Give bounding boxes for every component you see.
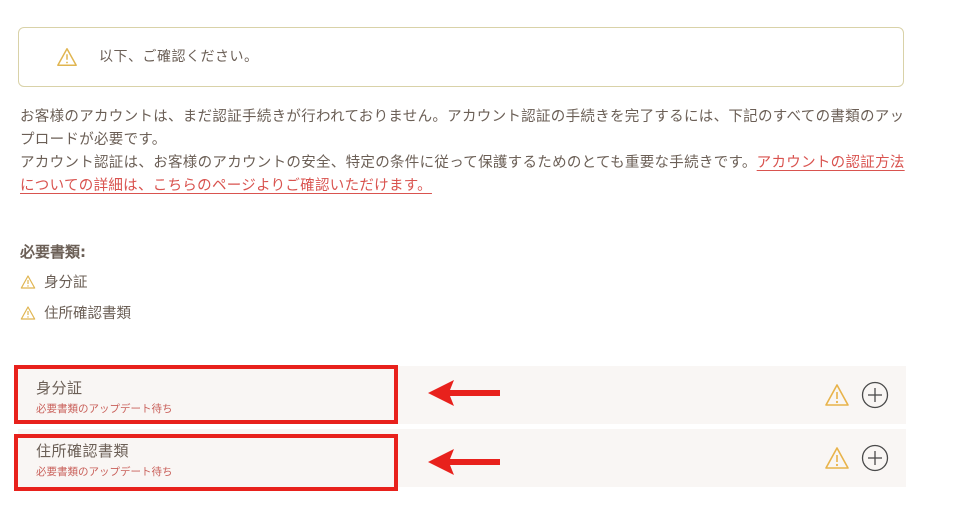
intro-text: お客様のアカウントは、まだ認証手続きが行われておりません。アカウント認証の手続き… [20, 106, 910, 198]
arrow-left-icon [428, 449, 500, 475]
document-name: 住所確認書類 [36, 442, 130, 460]
document-status: 必要書類のアップデート待ち [36, 466, 173, 478]
required-item-id: 身分証 [20, 271, 88, 292]
intro-paragraph-1: お客様のアカウントは、まだ認証手続きが行われておりません。アカウント認証の手続き… [20, 109, 905, 148]
required-item-label: 住所確認書類 [44, 306, 131, 322]
intro-paragraph-2-text: アカウント認証は、お客様のアカウントの安全、特定の条件に従って保護するためのとて… [20, 155, 757, 171]
plus-circle-icon[interactable] [861, 381, 889, 409]
required-item-address: 住所確認書類 [20, 302, 131, 323]
intro-paragraph-2: アカウント認証は、お客様のアカウントの安全、特定の条件に従って保護するためのとて… [20, 152, 910, 198]
plus-circle-icon[interactable] [861, 444, 889, 472]
document-name: 身分証 [36, 379, 83, 397]
warning-icon [57, 48, 77, 66]
required-item-label: 身分証 [44, 275, 88, 291]
warning-icon [825, 447, 849, 469]
warning-icon [825, 384, 849, 406]
notice-text: 以下、ご確認ください。 [99, 49, 259, 65]
warning-icon [20, 274, 36, 289]
document-status: 必要書類のアップデート待ち [36, 403, 173, 415]
notice-banner: 以下、ご確認ください。 [18, 27, 904, 87]
warning-icon [20, 305, 36, 320]
arrow-left-icon [428, 380, 500, 406]
required-documents-title: 必要書類: [20, 243, 86, 261]
